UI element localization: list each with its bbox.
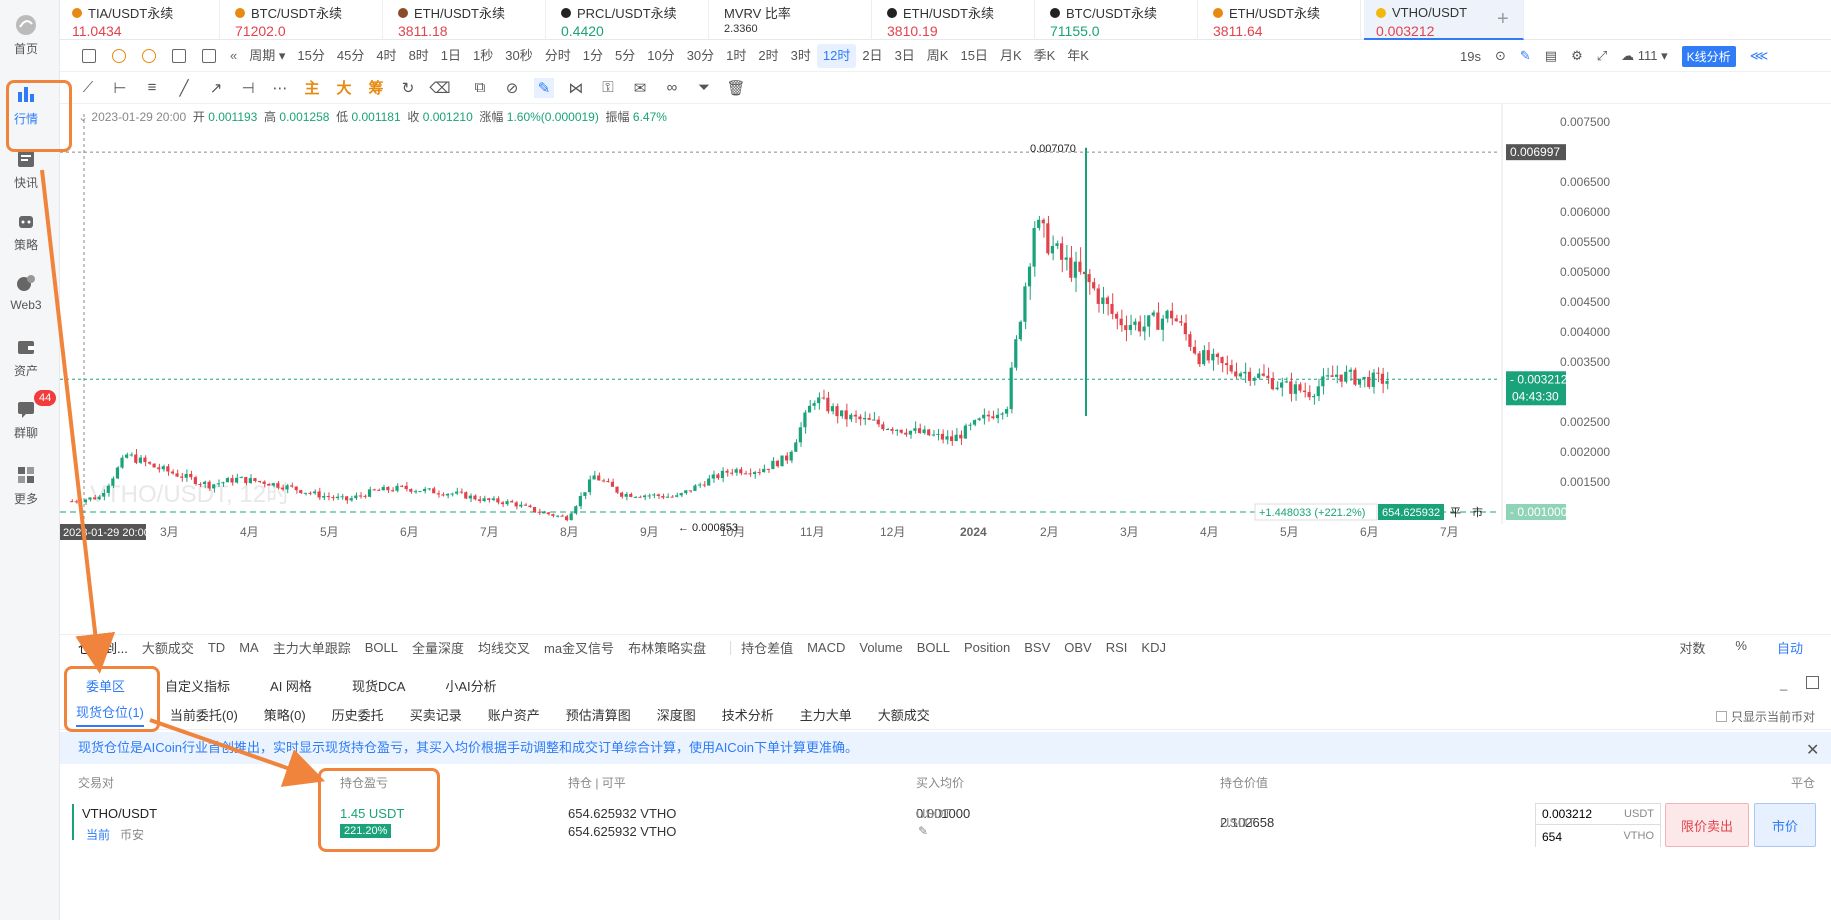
annotation-arrows — [40, 169, 326, 787]
